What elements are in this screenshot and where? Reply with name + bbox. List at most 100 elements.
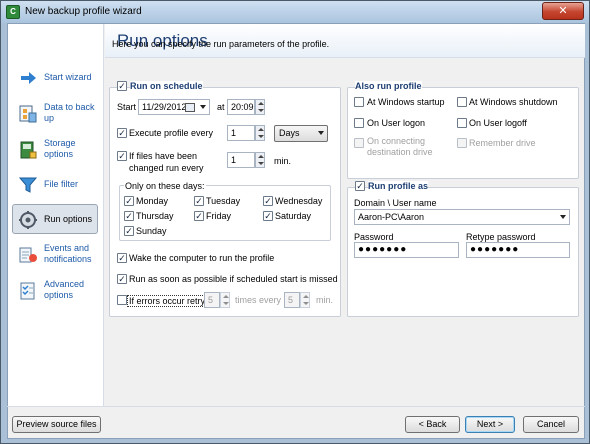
cancel-button[interactable]: Cancel [523, 416, 579, 433]
on-user-logoff-label: On User logoff [469, 118, 527, 128]
retry-interval-unit: min. [316, 295, 334, 305]
on-user-logon-checkbox[interactable] [354, 118, 364, 128]
on-user-logon-label: On User logon [367, 118, 426, 128]
start-label: Start [117, 102, 137, 112]
user-name-select[interactable]: Aaron-PC\Aaron [354, 209, 570, 225]
day-friday-checkbox[interactable] [194, 211, 204, 221]
execute-every-checkbox[interactable] [117, 128, 127, 138]
retry-interval-spinner[interactable] [300, 292, 310, 308]
execute-every-spinner[interactable] [255, 125, 265, 141]
wake-computer-checkbox[interactable] [117, 253, 127, 263]
retry-interval-input[interactable]: 5 [284, 292, 300, 308]
title-bar[interactable]: C New backup profile wizard ✕ [1, 1, 589, 23]
close-button[interactable]: ✕ [542, 2, 584, 20]
password-field[interactable]: ●●●●●●● [354, 242, 459, 258]
run-asap-label: Run as soon as possible if scheduled sta… [129, 274, 338, 284]
wake-computer-label: Wake the computer to run the profile [129, 253, 275, 263]
day-wednesday-label: Wednesday [275, 196, 323, 206]
sidebar-item-storage-options[interactable]: Storage options [12, 134, 98, 164]
days-title: Only on these days: [124, 181, 206, 191]
on-connecting-drive-label-line1: On connecting [367, 136, 426, 146]
chevron-down-icon [200, 105, 206, 109]
sidebar-item-start-wizard[interactable]: Start wizard [12, 62, 98, 92]
on-connecting-drive-checkbox[interactable] [354, 138, 364, 148]
wizard-sidebar: Start wizard Data to back up Storage opt… [8, 24, 104, 406]
back-button[interactable]: < Back [405, 416, 460, 433]
wizard-window: C New backup profile wizard ✕ Start wiza… [0, 0, 590, 444]
retry-on-error-checkbox[interactable] [117, 295, 127, 305]
run-asap-checkbox[interactable] [117, 274, 127, 284]
password-label: Password [354, 232, 394, 242]
execute-unit-value: Days [279, 128, 300, 138]
at-windows-startup-label: At Windows startup [367, 97, 445, 107]
events-icon [19, 247, 37, 263]
run-on-schedule-title: Run on schedule [130, 81, 203, 91]
retry-count-spinner[interactable] [220, 292, 230, 308]
sidebar-item-label: Storage options [44, 138, 76, 159]
remember-drive-checkbox[interactable] [457, 138, 467, 148]
run-on-schedule-checkbox[interactable] [117, 81, 127, 91]
times-every-label: times every [235, 295, 282, 305]
retry-on-error-label: If errors occur retry [127, 295, 208, 307]
at-windows-shutdown-label: At Windows shutdown [469, 97, 558, 107]
retype-password-field[interactable]: ●●●●●●● [466, 242, 570, 258]
advanced-icon [20, 282, 35, 300]
at-windows-shutdown-checkbox[interactable] [457, 97, 467, 107]
calendar-icon [185, 103, 195, 112]
start-time-input[interactable]: 20:09 [227, 99, 255, 115]
sidebar-item-events-and-notifications[interactable]: Events and notifications [12, 239, 98, 269]
run-as-checkbox[interactable] [355, 181, 365, 191]
start-date-picker[interactable]: 11/29/2012 [138, 99, 210, 115]
sidebar-item-file-filter[interactable]: File filter [12, 169, 98, 199]
day-tuesday-label: Tuesday [206, 196, 241, 206]
changed-run-checkbox[interactable] [117, 151, 127, 161]
execute-unit-select[interactable]: Days [274, 125, 328, 142]
run-options-icon [19, 211, 37, 229]
remember-drive-label: Remember drive [469, 138, 536, 148]
window-title: New backup profile wizard [25, 6, 142, 17]
changed-run-label-line2: changed run every [129, 163, 204, 173]
footer-divider [7, 406, 585, 407]
day-saturday-label: Saturday [275, 211, 312, 221]
start-date-value: 11/29/2012 [142, 102, 187, 112]
on-user-logoff-checkbox[interactable] [457, 118, 467, 128]
sidebar-item-label: Run options [44, 214, 93, 224]
next-button[interactable]: Next > [465, 416, 515, 433]
execute-every-label: Execute profile every [129, 128, 214, 138]
day-friday-label: Friday [206, 211, 232, 221]
sidebar-item-label: Events and notifications [44, 243, 92, 264]
chevron-down-icon [560, 215, 566, 219]
retry-count-input[interactable]: 5 [204, 292, 220, 308]
changed-run-input[interactable]: 1 [227, 152, 255, 168]
storage-icon [20, 141, 37, 159]
day-tuesday-checkbox[interactable] [194, 196, 204, 206]
day-monday-checkbox[interactable] [124, 196, 134, 206]
sidebar-item-run-options[interactable]: Run options [12, 204, 98, 234]
preview-source-files-button[interactable]: Preview source files [12, 416, 101, 433]
sidebar-item-label: Advanced options [44, 279, 85, 300]
changed-run-spinner[interactable] [255, 152, 265, 168]
data-icon [19, 105, 37, 123]
start-time-spinner[interactable] [255, 99, 265, 115]
sidebar-item-label: Data to back up [44, 102, 95, 123]
day-saturday-checkbox[interactable] [263, 211, 273, 221]
filter-icon [18, 177, 38, 193]
sidebar-item-advanced-options[interactable]: Advanced options [12, 275, 98, 305]
chevron-down-icon [318, 131, 324, 135]
changed-run-label-line1: If files have been [129, 151, 198, 161]
at-windows-startup-checkbox[interactable] [354, 97, 364, 107]
page-subtitle: Here you can specify the run parameters … [112, 39, 330, 49]
sidebar-item-data-to-back-up[interactable]: Data to back up [12, 98, 98, 128]
run-as-title: Run profile as [368, 181, 429, 191]
user-name-value: Aaron-PC\Aaron [358, 212, 425, 222]
day-wednesday-checkbox[interactable] [263, 196, 273, 206]
execute-every-input[interactable]: 1 [227, 125, 255, 141]
day-thursday-label: Thursday [136, 211, 174, 221]
day-sunday-checkbox[interactable] [124, 226, 134, 236]
sidebar-item-label: File filter [44, 179, 79, 189]
changed-run-unit: min. [274, 156, 292, 166]
sidebar-item-label: Start wizard [44, 72, 92, 82]
arrow-right-icon [21, 72, 36, 84]
day-thursday-checkbox[interactable] [124, 211, 134, 221]
user-name-label: Domain \ User name [354, 198, 437, 208]
